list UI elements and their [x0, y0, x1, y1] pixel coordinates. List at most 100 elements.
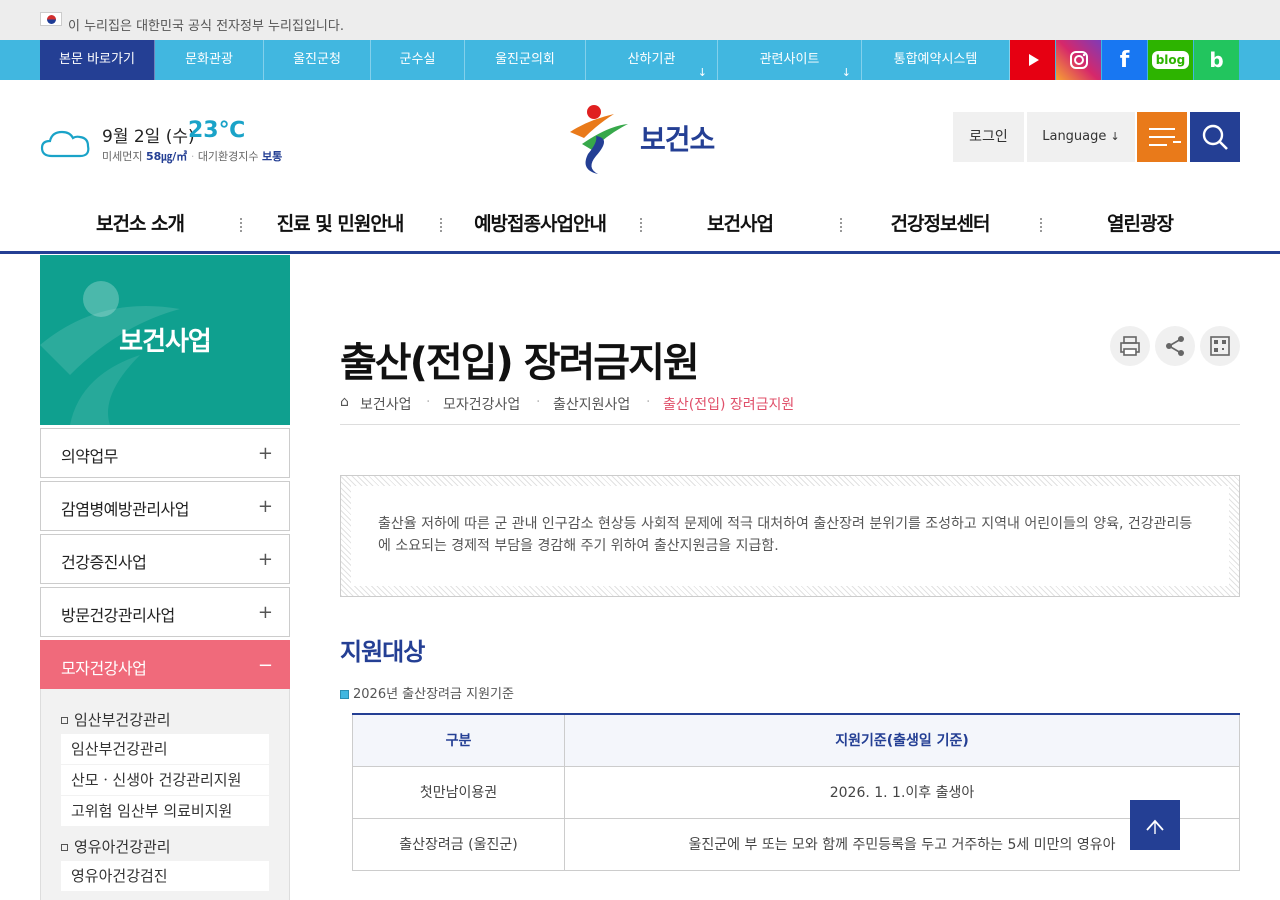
gov-banner: 이 누리집은 대한민국 공식 전자정부 누리집입니다. — [0, 0, 1280, 40]
submenu-heading[interactable]: 임산부건강관리 — [61, 709, 171, 730]
breadcrumb-separator: · — [536, 394, 541, 410]
weather-date: 9월 2일 (수) — [102, 127, 195, 147]
menu-icon-bar — [1149, 136, 1175, 138]
util-link-council[interactable]: 울진군의회 — [465, 40, 586, 80]
main-nav: 보건소 소개 진료 및 민원안내 예방접종사업안내 보건사업 건강정보센터 열린… — [40, 204, 1240, 244]
breadcrumb-current: 출산(전입) 장려금지원 — [663, 397, 795, 413]
table-header-cell: 지원기준(출생일 기준) — [564, 713, 1240, 767]
submenu-link[interactable]: 고위험 임산부 의료비지원 — [61, 796, 269, 826]
search-icon — [1202, 124, 1228, 150]
plus-icon: + — [257, 549, 273, 570]
table-row: 출산장려금 (울진군) 울진군에 부 또는 모와 함께 주민등록을 두고 거주하… — [352, 817, 1240, 871]
air-value: 보통 — [262, 150, 283, 163]
util-link-culture[interactable]: 문화관광 — [155, 40, 264, 80]
sidebar-item-maternal-child[interactable]: 모자건강사업 − — [40, 640, 290, 689]
submenu-heading[interactable]: 영유아건강관리 — [61, 836, 171, 857]
menu-icon-bar — [1149, 144, 1167, 146]
intro-text: 출산율 저하에 따른 군 관내 인구감소 현상등 사회적 문제에 적극 대처하여… — [351, 486, 1229, 586]
arrow-down-icon: ↓ — [1110, 130, 1120, 143]
util-link-governor[interactable]: 군수실 — [371, 40, 465, 80]
intro-box: 출산율 저하에 따른 군 관내 인구감소 현상등 사회적 문제에 적극 대처하여… — [340, 475, 1240, 597]
sidebar-title: 보건사업 — [119, 327, 212, 357]
sidebar-item-visiting-care[interactable]: 방문건강관리사업 + — [40, 587, 290, 637]
home-icon[interactable]: ⌂ — [340, 394, 349, 410]
plus-icon: + — [257, 443, 273, 464]
breadcrumb-item[interactable]: 출산지원사업 — [553, 394, 630, 414]
gnb-item-health-info[interactable]: 건강정보센터 — [840, 204, 1040, 244]
sidebar-item-label: 감염병예방관리사업 — [61, 500, 189, 519]
chevron-up-icon — [1146, 819, 1164, 834]
share-icon — [1166, 336, 1184, 356]
table-header-row: 구분 지원기준(출생일 기준) — [352, 713, 1240, 767]
sidebar-title-panel: 보건사업 — [40, 255, 290, 425]
gnb-item-intro[interactable]: 보건소 소개 — [40, 204, 240, 244]
band-icon[interactable]: b — [1194, 40, 1239, 80]
util-link-county-office[interactable]: 울진군청 — [264, 40, 371, 80]
gov-banner-text: 이 누리집은 대한민국 공식 전자정부 누리집입니다. — [68, 19, 344, 34]
dust-value: 58㎍/㎥ — [145, 150, 188, 163]
language-label: Language — [1042, 129, 1107, 144]
youtube-icon[interactable] — [1010, 40, 1055, 80]
search-button[interactable] — [1190, 112, 1240, 162]
submenu-link[interactable]: 산모ㆍ신생아 건강관리지원 — [61, 765, 269, 795]
section-title: 지원대상 — [340, 638, 425, 666]
scroll-to-top-button[interactable] — [1130, 800, 1180, 850]
util-link-reservation[interactable]: 통합예약시스템 — [862, 40, 1010, 80]
weather-sub: 미세먼지 58㎍/㎥ · 대기환경지수 보통 — [102, 150, 283, 163]
support-criteria-table: 구분 지원기준(출생일 기준) 첫만남이용권 2026. 1. 1.이후 출생아… — [352, 713, 1240, 871]
plus-icon: + — [257, 602, 273, 623]
table-header-cell: 구분 — [352, 713, 565, 767]
table-cell: 출산장려금 (울진군) — [352, 817, 565, 871]
facebook-icon[interactable]: f — [1102, 40, 1147, 80]
title-divider — [340, 424, 1240, 425]
gnb-item-health-projects[interactable]: 보건사업 — [640, 204, 840, 244]
table-cell: 첫만남이용권 — [352, 765, 565, 819]
sidebar-item-pharmacy[interactable]: 의약업무 + — [40, 428, 290, 478]
air-label: 대기환경지수 — [197, 150, 259, 163]
breadcrumb-item[interactable]: 모자건강사업 — [443, 394, 520, 414]
breadcrumb-separator: · — [426, 394, 431, 410]
weather-temp: 23℃ — [188, 118, 246, 143]
print-icon — [1120, 336, 1140, 356]
korea-flag-icon — [40, 12, 62, 26]
submenu-link[interactable]: 영유아건강검진 — [61, 861, 269, 891]
sidebar-item-label: 방문건강관리사업 — [61, 606, 175, 625]
sidebar-item-label: 건강증진사업 — [61, 553, 147, 572]
util-link-affiliates[interactable]: 산하기관 ↓ — [586, 40, 718, 80]
gnb-item-open-square[interactable]: 열린광장 — [1040, 204, 1240, 244]
sidebar-item-health-promotion[interactable]: 건강증진사업 + — [40, 534, 290, 584]
print-button[interactable] — [1110, 326, 1150, 366]
login-button[interactable]: 로그인 — [953, 112, 1024, 162]
language-select[interactable]: Language ↓ — [1027, 112, 1135, 162]
instagram-icon[interactable] — [1056, 40, 1101, 80]
header: 9월 2일 (수) 23℃ 미세먼지 58㎍/㎥ · 대기환경지수 보통 보건소… — [0, 80, 1280, 254]
skip-to-content-link[interactable]: 본문 바로가기 — [40, 40, 155, 80]
dust-label: 미세먼지 — [102, 150, 143, 163]
sidebar-item-label: 의약업무 — [61, 447, 118, 466]
blog-icon[interactable]: blog — [1148, 40, 1193, 80]
util-link-related-sites[interactable]: 관련사이트 ↓ — [718, 40, 862, 80]
table-row: 첫만남이용권 2026. 1. 1.이후 출생아 — [352, 765, 1240, 819]
sidebar-item-label: 모자건강사업 — [61, 659, 147, 678]
qr-code-button[interactable] — [1200, 326, 1240, 366]
menu-icon — [1149, 128, 1175, 130]
page-title: 출산(전입) 장려금지원 — [340, 340, 700, 386]
breadcrumb-separator: · — [646, 394, 651, 410]
plus-icon — [1173, 141, 1181, 143]
plus-icon: + — [257, 496, 273, 517]
gnb-item-vaccination[interactable]: 예방접종사업안내 — [440, 204, 640, 244]
share-button[interactable] — [1155, 326, 1195, 366]
cloud-icon — [40, 130, 90, 158]
sidebar-submenu: 임산부건강관리 임산부건강관리 산모ㆍ신생아 건강관리지원 고위험 임산부 의료… — [40, 689, 290, 900]
util-link-related-label: 관련사이트 — [759, 52, 820, 67]
section-subtitle: 2026년 출산장려금 지원기준 — [340, 683, 514, 702]
all-menu-button[interactable] — [1137, 112, 1187, 162]
util-link-affiliates-label: 산하기관 — [627, 52, 676, 67]
minus-icon: − — [257, 655, 273, 676]
qr-code-icon — [1210, 336, 1230, 356]
sidebar-item-infection[interactable]: 감염병예방관리사업 + — [40, 481, 290, 531]
gnb-item-clinic[interactable]: 진료 및 민원안내 — [240, 204, 440, 244]
breadcrumb-item[interactable]: 보건사업 — [360, 394, 412, 414]
submenu-link[interactable]: 임산부건강관리 — [61, 734, 269, 764]
logo-text[interactable]: 보건소 — [640, 118, 715, 158]
